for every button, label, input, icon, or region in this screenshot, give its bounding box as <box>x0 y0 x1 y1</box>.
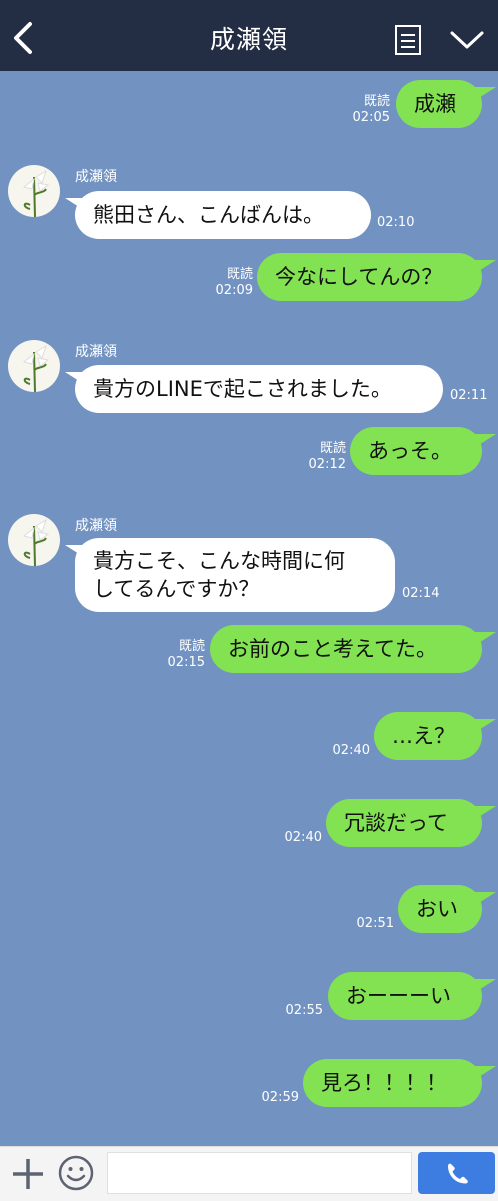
lily-avatar-icon <box>22 344 50 392</box>
bubble-tail <box>474 260 496 274</box>
read-status: 既読 <box>319 441 346 456</box>
message-bubble[interactable]: 貴方こそ、こんな時間に何 してるんですか？ <box>75 538 395 612</box>
read-status: 既読 <box>178 639 205 654</box>
lily-avatar-icon <box>22 169 50 217</box>
sender-name: 成瀬領 <box>75 169 117 185</box>
lily-avatar-icon <box>22 518 50 566</box>
message-line: 貴方こそ、こんな時間に何 <box>93 549 345 573</box>
message-bubble[interactable]: 貴方のLINEで起こされました。 <box>75 365 443 413</box>
message-time: 02:40 <box>284 830 322 845</box>
sender-name: 成瀬領 <box>75 344 117 360</box>
bubble-tail <box>474 87 496 101</box>
notes-button[interactable] <box>393 24 423 56</box>
menu-toggle-button[interactable] <box>449 28 485 52</box>
message-bubble[interactable]: おい <box>398 885 482 933</box>
notes-icon <box>395 25 421 55</box>
call-button[interactable] <box>418 1152 495 1194</box>
chevron-down-icon <box>450 31 484 49</box>
message-time: 02:14 <box>402 586 440 601</box>
bubble-tail <box>474 632 496 646</box>
sender-name: 成瀬領 <box>75 518 117 534</box>
message-line: してるんですか？ <box>93 577 260 601</box>
plus-icon <box>13 1159 43 1189</box>
message-meta: 既読 02:15 <box>168 639 205 671</box>
chat-title: 成瀬領 <box>209 25 288 54</box>
read-status: 既読 <box>226 267 253 282</box>
read-status: 既読 <box>363 94 390 109</box>
message-bubble[interactable]: 成瀬 <box>396 80 482 128</box>
bubble-tail <box>474 719 496 733</box>
avatar[interactable] <box>8 514 60 566</box>
message-bubble[interactable]: あっそ。 <box>350 427 482 475</box>
message-input-bar <box>0 1146 498 1201</box>
message-time: 02:40 <box>332 743 370 758</box>
bubble-tail <box>474 1066 496 1080</box>
emoji-button[interactable] <box>57 1154 95 1192</box>
message-bubble[interactable]: 冗談だって <box>326 799 482 847</box>
message-meta: 既読 02:12 <box>309 441 346 473</box>
bubble-tail <box>474 892 496 906</box>
message-bubble[interactable]: 今なにしてんの？ <box>257 253 482 301</box>
message-time: 02:10 <box>377 215 415 230</box>
bubble-tail <box>474 979 496 993</box>
message-meta: 既読 02:05 <box>353 94 390 126</box>
message-time: 02:15 <box>167 655 205 670</box>
message-bubble[interactable]: お前のこと考えてた。 <box>210 625 482 673</box>
emoji-icon <box>58 1155 94 1191</box>
message-time: 02:51 <box>356 916 394 931</box>
bubble-tail <box>474 806 496 820</box>
message-bubble[interactable]: 熊田さん、こんばんは。 <box>75 191 371 239</box>
message-time: 02:59 <box>261 1090 299 1105</box>
avatar[interactable] <box>8 340 60 392</box>
message-meta: 既読 02:09 <box>216 267 253 299</box>
chat-header: 成瀬領 <box>0 0 498 71</box>
bubble-tail <box>474 434 496 448</box>
add-attachment-button[interactable] <box>10 1156 46 1192</box>
phone-icon <box>448 1163 468 1184</box>
message-bubble[interactable]: …え？ <box>374 712 482 760</box>
avatar[interactable] <box>8 165 60 217</box>
message-time: 02:11 <box>450 388 488 403</box>
message-input[interactable] <box>107 1152 412 1194</box>
message-time: 02:09 <box>215 283 253 298</box>
message-time: 02:12 <box>308 457 346 472</box>
message-time: 02:55 <box>285 1003 323 1018</box>
message-bubble[interactable]: 見ろ！！！！ <box>303 1059 482 1107</box>
message-time: 02:05 <box>352 110 390 125</box>
message-bubble[interactable]: おーーーい <box>328 972 482 1020</box>
